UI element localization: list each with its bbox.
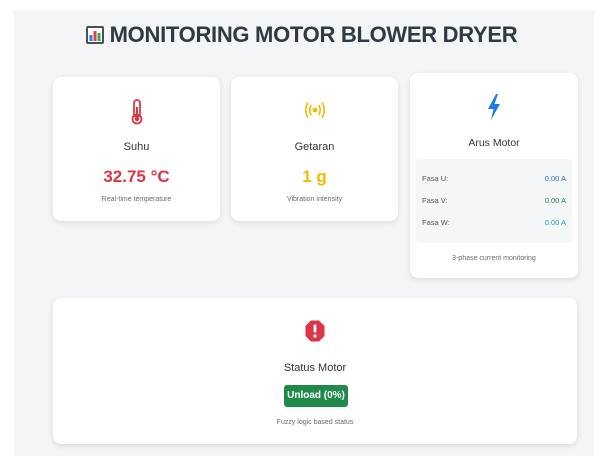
vibration-icon	[304, 102, 325, 118]
suhu-value: 32.75 °C	[103, 167, 170, 186]
phase-current-panel: Fasa U: 0.00 A Fasa V: 0.00 A Fasa W: 0.…	[416, 159, 572, 243]
status-motor-card: Status Motor Unload (0%) Fuzzy logic bas…	[53, 298, 577, 444]
phase-w-value: 0.00 A	[544, 218, 566, 227]
phase-row-w: Fasa W: 0.00 A	[422, 218, 566, 232]
phase-u-value: 0.00 A	[544, 174, 566, 183]
alert-octagon-icon	[305, 320, 325, 342]
status-title: Status Motor	[283, 362, 347, 374]
phase-w-label: Fasa W:	[422, 218, 450, 227]
phase-row-v: Fasa V: 0.00 A	[422, 196, 566, 210]
arus-subtitle: 3-phase current monitoring	[452, 255, 536, 262]
getaran-value: 1 g	[302, 167, 327, 186]
arus-title: Arus Motor	[468, 137, 520, 149]
status-badge: Unload (0%)	[284, 385, 348, 407]
phase-v-value: 0.00 A	[544, 196, 566, 205]
phase-v-label: Fasa V:	[422, 196, 448, 205]
status-subtitle: Fuzzy logic based status	[276, 419, 354, 426]
getaran-card: Getaran 1 g Vibration intensity	[231, 77, 398, 221]
suhu-card: Suhu 32.75 °C Real-time temperature	[53, 77, 220, 221]
thermometer-icon	[131, 99, 142, 125]
arus-motor-card: Arus Motor Fasa U: 0.00 A Fasa V: 0.00 A…	[410, 73, 578, 278]
bar-chart-icon	[85, 26, 104, 44]
phase-u-label: Fasa U:	[422, 174, 449, 183]
page-title: MONITORING MOTOR BLOWER DRYER	[0, 22, 603, 48]
getaran-title: Getaran	[294, 141, 335, 153]
lightning-icon	[488, 94, 500, 120]
getaran-subtitle: Vibration intensity	[286, 196, 343, 203]
suhu-title: Suhu	[123, 141, 150, 153]
suhu-subtitle: Real-time temperature	[101, 196, 172, 203]
phase-row-u: Fasa U: 0.00 A	[422, 174, 566, 188]
page-title-text: MONITORING MOTOR BLOWER DRYER	[109, 22, 518, 47]
